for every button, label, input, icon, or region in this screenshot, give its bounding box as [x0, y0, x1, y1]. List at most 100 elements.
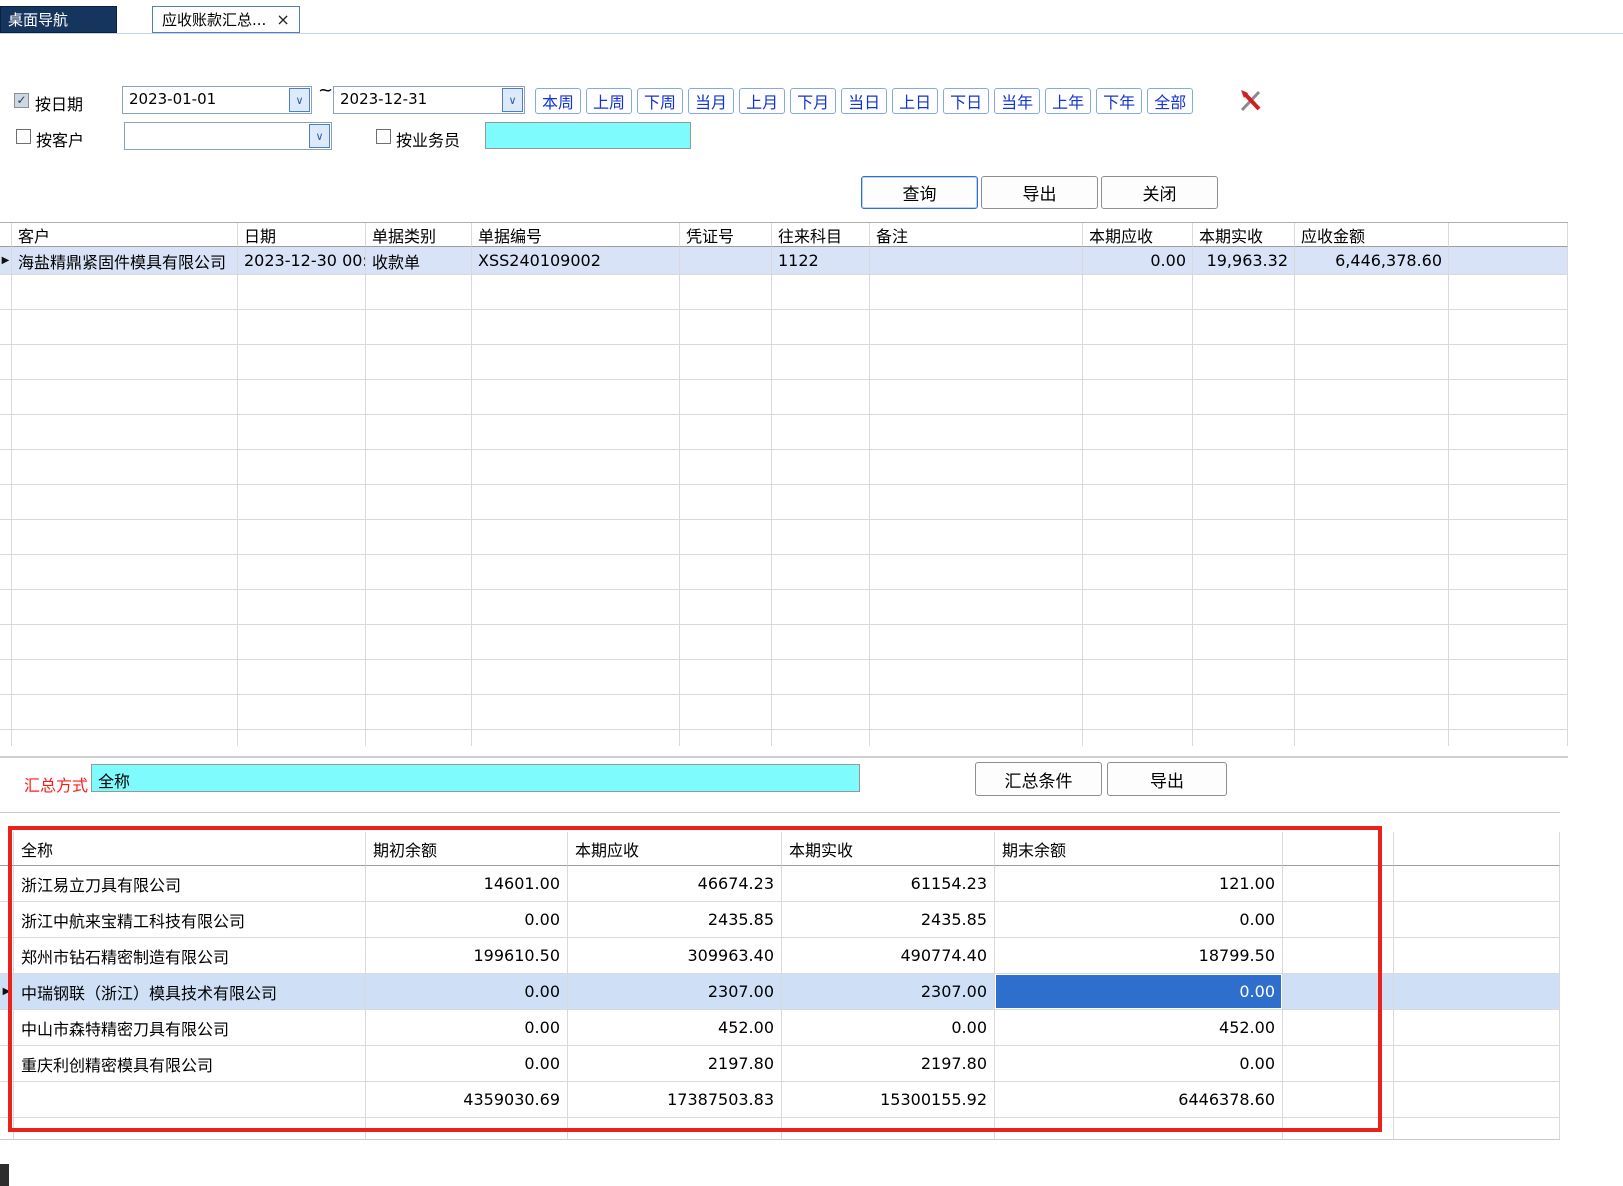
close-button[interactable]: 关闭 [1101, 176, 1218, 209]
summary-value-cell[interactable]: 0.00 [782, 1010, 995, 1046]
column-header[interactable]: 应收金额 [1295, 223, 1449, 247]
quick-date-button[interactable]: 本周 [535, 88, 581, 114]
table-empty-row[interactable] [0, 625, 1568, 660]
column-header[interactable]: 本期实收 [1193, 223, 1295, 247]
summary-value-cell[interactable]: 14601.00 [366, 866, 568, 902]
summary-value-cell[interactable]: 18799.50 [995, 938, 1283, 974]
quick-date-button[interactable]: 下周 [637, 88, 683, 114]
voucher-no-cell[interactable] [680, 247, 772, 275]
clear-filter-icon[interactable] [1238, 88, 1264, 114]
quick-date-button[interactable]: 当年 [994, 88, 1040, 114]
summary-table-row[interactable]: 中山市森特精密刀具有限公司0.00452.000.00452.00 [0, 1010, 1560, 1046]
column-header[interactable]: 日期 [238, 223, 366, 247]
table-empty-row[interactable] [0, 275, 1568, 310]
summary-value-cell[interactable]: 4359030.69 [366, 1082, 568, 1118]
column-header[interactable]: 凭证号 [680, 223, 772, 247]
receivable-cell[interactable]: 0.00 [1083, 247, 1193, 275]
quick-date-button[interactable]: 上周 [586, 88, 632, 114]
summary-value-cell[interactable]: 0.00 [995, 974, 1283, 1010]
quick-date-button[interactable]: 下日 [943, 88, 989, 114]
column-header[interactable]: 单据类别 [366, 223, 472, 247]
summary-value-cell[interactable]: 199610.50 [366, 938, 568, 974]
table-empty-row[interactable] [0, 730, 1568, 746]
quick-date-button[interactable]: 下年 [1096, 88, 1142, 114]
summary-value-cell[interactable]: 2435.85 [568, 902, 782, 938]
summary-column-header[interactable]: 全称 [14, 832, 366, 866]
quick-date-button[interactable]: 下月 [790, 88, 836, 114]
table-empty-row[interactable] [0, 415, 1568, 450]
summary-value-cell[interactable]: 0.00 [995, 902, 1283, 938]
summary-condition-button[interactable]: 汇总条件 [975, 762, 1102, 796]
summary-name-cell[interactable]: 中瑞钢联（浙江）模具技术有限公司 [14, 974, 366, 1010]
summary-value-cell[interactable]: 2307.00 [782, 974, 995, 1010]
by-date-checkbox[interactable]: ✓ [14, 93, 29, 108]
table-empty-row[interactable] [0, 520, 1568, 555]
query-button[interactable]: 查询 [861, 176, 978, 209]
date-cell[interactable]: 2023-12-30 00:00 [238, 247, 366, 275]
summary-value-cell[interactable]: 17387503.83 [568, 1082, 782, 1118]
summary-value-cell[interactable]: 2197.80 [568, 1046, 782, 1082]
summary-value-cell[interactable]: 0.00 [366, 902, 568, 938]
column-header[interactable]: 客户 [12, 223, 238, 247]
doc-no-cell[interactable]: XSS240109002 [472, 247, 680, 275]
quick-date-button[interactable]: 上日 [892, 88, 938, 114]
summary-value-cell[interactable]: 309963.40 [568, 938, 782, 974]
summary-name-cell[interactable]: 浙江易立刀具有限公司 [14, 866, 366, 902]
customer-cell[interactable]: 海盐精鼎紧固件模具有限公司 [12, 247, 238, 275]
summary-total-row[interactable]: 4359030.6917387503.8315300155.926446378.… [0, 1082, 1560, 1118]
quick-date-button[interactable]: 全部 [1147, 88, 1193, 114]
dropdown-arrow-icon[interactable]: ∨ [502, 88, 523, 112]
summary-name-cell[interactable] [14, 1118, 366, 1140]
summary-value-cell[interactable]: 2197.80 [782, 1046, 995, 1082]
summary-name-cell[interactable]: 郑州市钻石精密制造有限公司 [14, 938, 366, 974]
summary-name-cell[interactable]: 浙江中航来宝精工科技有限公司 [14, 902, 366, 938]
summary-value-cell[interactable]: 0.00 [366, 974, 568, 1010]
summary-name-cell[interactable]: 重庆利创精密模具有限公司 [14, 1046, 366, 1082]
summary-mode-field[interactable]: 全称 [91, 764, 860, 792]
summary-table-row[interactable]: 郑州市钻石精密制造有限公司199610.50309963.40490774.40… [0, 938, 1560, 974]
summary-value-cell[interactable] [995, 1118, 1283, 1140]
summary-value-cell[interactable]: 452.00 [568, 1010, 782, 1046]
dropdown-arrow-icon[interactable]: ∨ [289, 88, 310, 112]
summary-column-header[interactable]: 本期应收 [568, 832, 782, 866]
column-header[interactable]: 往来科目 [772, 223, 870, 247]
summary-value-cell[interactable] [782, 1118, 995, 1140]
date-to-combo[interactable]: 2023-12-31 ∨ [333, 86, 525, 114]
customer-combo[interactable]: ∨ [124, 122, 332, 150]
account-cell[interactable]: 1122 [772, 247, 870, 275]
summary-value-cell[interactable]: 0.00 [366, 1010, 568, 1046]
remark-cell[interactable] [870, 247, 1083, 275]
quick-date-button[interactable]: 上年 [1045, 88, 1091, 114]
column-header[interactable]: 本期应收 [1083, 223, 1193, 247]
table-empty-row[interactable] [0, 450, 1568, 485]
summary-name-cell[interactable] [14, 1082, 366, 1118]
table-empty-row[interactable] [0, 345, 1568, 380]
summary-value-cell[interactable]: 121.00 [995, 866, 1283, 902]
summary-empty-row[interactable] [0, 1118, 1560, 1140]
tab-ar-summary[interactable]: 应收账款汇总... × [152, 6, 300, 33]
doc-type-cell[interactable]: 收款单 [366, 247, 472, 275]
summary-value-cell[interactable]: 0.00 [366, 1046, 568, 1082]
summary-table-row[interactable]: 浙江中航来宝精工科技有限公司0.002435.852435.850.00 [0, 902, 1560, 938]
summary-table-row[interactable]: 重庆利创精密模具有限公司0.002197.802197.800.00 [0, 1046, 1560, 1082]
export-button[interactable]: 导出 [981, 176, 1098, 209]
summary-value-cell[interactable]: 6446378.60 [995, 1082, 1283, 1118]
by-customer-checkbox[interactable] [16, 129, 31, 144]
summary-value-cell[interactable]: 61154.23 [782, 866, 995, 902]
table-row[interactable]: ▶ 海盐精鼎紧固件模具有限公司 2023-12-30 00:00 收款单 XSS… [0, 247, 1568, 275]
column-header[interactable]: 备注 [870, 223, 1083, 247]
table-empty-row[interactable] [0, 695, 1568, 730]
summary-export-button[interactable]: 导出 [1107, 762, 1227, 796]
table-empty-row[interactable] [0, 380, 1568, 415]
summary-value-cell[interactable] [568, 1118, 782, 1140]
received-cell[interactable]: 19,963.32 [1193, 247, 1295, 275]
by-salesman-checkbox[interactable] [376, 129, 391, 144]
summary-value-cell[interactable]: 490774.40 [782, 938, 995, 974]
summary-value-cell[interactable]: 2435.85 [782, 902, 995, 938]
date-from-combo[interactable]: 2023-01-01 ∨ [122, 86, 312, 114]
close-tab-icon[interactable]: × [276, 10, 289, 29]
table-empty-row[interactable] [0, 485, 1568, 520]
quick-date-button[interactable]: 当月 [688, 88, 734, 114]
summary-value-cell[interactable]: 15300155.92 [782, 1082, 995, 1118]
dropdown-arrow-icon[interactable]: ∨ [309, 124, 330, 148]
